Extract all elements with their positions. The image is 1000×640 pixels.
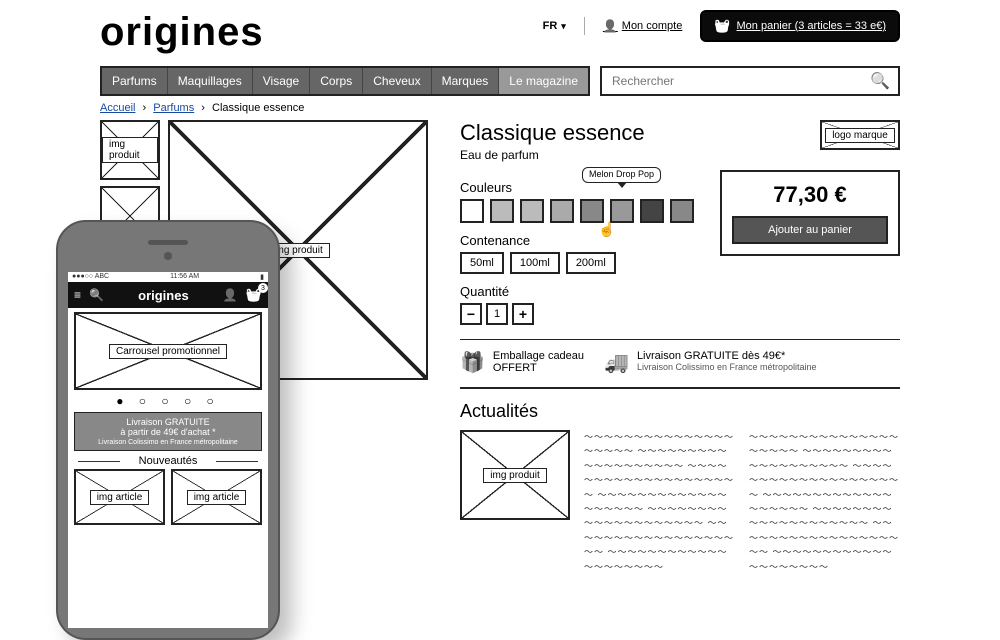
- carousel-label: Carrousel promotionnel: [109, 344, 227, 359]
- cursor-icon: ☝: [598, 221, 615, 238]
- phone-shipping-banner: Livraison GRATUITE à partir de 49€ d'ach…: [74, 412, 262, 451]
- phone-time: 11:56 AM: [170, 273, 199, 281]
- phone-carousel[interactable]: Carrousel promotionnel: [74, 312, 262, 390]
- qty-label: Quantité: [460, 284, 700, 299]
- size-option[interactable]: 50ml: [460, 252, 504, 274]
- qty-value: 1: [486, 303, 508, 325]
- color-swatch[interactable]: [580, 199, 604, 223]
- account-label: Mon compte: [622, 20, 683, 32]
- cart-button[interactable]: Mon panier (3 articles = 33 e€): [700, 10, 900, 42]
- product-title: Classique essence: [460, 120, 645, 146]
- product-subtitle: Eau de parfum: [460, 148, 645, 162]
- color-swatches: Melon Drop Pop ☝: [460, 199, 700, 223]
- nav-item-cheveux[interactable]: Cheveux: [363, 68, 431, 94]
- gift-icon: [460, 350, 485, 375]
- product-price: 77,30 €: [732, 182, 888, 208]
- cart-label: Mon panier (3 articles = 33 e€): [737, 20, 887, 32]
- ship-line3: Livraison Colissimo en France métropolit…: [79, 439, 257, 446]
- swatch-tooltip: Melon Drop Pop: [582, 167, 661, 183]
- color-swatch[interactable]: [490, 199, 514, 223]
- add-to-cart-button[interactable]: Ajouter au panier: [732, 216, 888, 244]
- brand-logo-label: logo marque: [825, 128, 895, 143]
- qty-decrease-button[interactable]: −: [460, 303, 482, 325]
- size-label: Contenance: [460, 233, 700, 248]
- size-option[interactable]: 200ml: [566, 252, 616, 274]
- benefit-gift: Emballage cadeau OFFERT: [460, 350, 584, 375]
- benefit-gift-sub: OFFERT: [493, 362, 584, 374]
- crumb-home[interactable]: Accueil: [100, 102, 135, 114]
- size-options: 50ml 100ml 200ml: [460, 252, 700, 274]
- size-option[interactable]: 100ml: [510, 252, 560, 274]
- thumb-label: img produit: [102, 137, 158, 163]
- user-icon[interactable]: [223, 288, 238, 302]
- product-thumb[interactable]: img produit: [100, 120, 160, 180]
- carousel-dots[interactable]: ● ○ ○ ○ ○: [68, 394, 268, 408]
- purchase-box: 77,30 € Ajouter au panier: [720, 170, 900, 256]
- divider: [584, 17, 585, 35]
- benefit-ship-title: Livraison GRATUITE dès 49€*: [637, 350, 817, 362]
- phone-status-bar: ●●●○○ ABC 11:56 AM ▮: [68, 272, 268, 282]
- ship-line2: à partir de 49€ d'achat *: [79, 427, 257, 437]
- phone-header: ≡ origines: [68, 282, 268, 308]
- crumb-category[interactable]: Parfums: [153, 102, 194, 114]
- nav-item-parfums[interactable]: Parfums: [102, 68, 168, 94]
- article-label: img article: [187, 490, 247, 505]
- phone-article-thumb[interactable]: img article: [74, 469, 165, 525]
- color-swatch[interactable]: [460, 199, 484, 223]
- ship-line1: Livraison GRATUITE: [79, 417, 257, 427]
- search-icon[interactable]: [89, 288, 104, 302]
- benefit-ship-sub: Livraison Colissimo en France métropolit…: [637, 362, 817, 372]
- nav-item-maquillages[interactable]: Maquillages: [168, 68, 253, 94]
- color-swatch[interactable]: [640, 199, 664, 223]
- chevron-right-icon: [139, 102, 151, 114]
- color-swatch[interactable]: [610, 199, 634, 223]
- nav-item-le magazine[interactable]: Le magazine: [499, 68, 588, 94]
- phone-article-thumb[interactable]: img article: [171, 469, 262, 525]
- news-text-placeholder: ～～～～～～～～～～～～～～～～～～～～ ～～～～～～～～～～～～～～～～～～～…: [584, 430, 735, 574]
- phone-carrier: ●●●○○ ABC: [72, 273, 109, 281]
- color-label: Couleurs: [460, 180, 700, 195]
- chevron-right-icon: [197, 102, 209, 114]
- cart-icon[interactable]: [246, 287, 262, 303]
- truck-icon: [604, 350, 629, 375]
- search-input[interactable]: [612, 74, 870, 88]
- benefit-gift-title: Emballage cadeau: [493, 350, 584, 362]
- brand-logo[interactable]: logo marque: [820, 120, 900, 150]
- nav-item-corps[interactable]: Corps: [310, 68, 363, 94]
- divider: [460, 387, 900, 389]
- news-image: img produit: [460, 430, 570, 520]
- basket-icon: [714, 18, 730, 34]
- search-icon[interactable]: [870, 71, 890, 91]
- news-image-label: img produit: [483, 468, 546, 483]
- phone-section-title: Nouveautés: [68, 455, 268, 467]
- account-link[interactable]: Mon compte: [603, 19, 682, 33]
- color-swatch[interactable]: [670, 199, 694, 223]
- color-swatch[interactable]: [520, 199, 544, 223]
- color-swatch[interactable]: [550, 199, 574, 223]
- mobile-preview: ●●●○○ ABC 11:56 AM ▮ ≡ origines Carrouse…: [56, 220, 280, 640]
- nav-item-visage[interactable]: Visage: [253, 68, 310, 94]
- primary-nav: ParfumsMaquillagesVisageCorpsCheveuxMarq…: [100, 66, 590, 96]
- search-box[interactable]: [600, 66, 900, 96]
- crumb-current: Classique essence: [212, 102, 304, 114]
- nav-item-marques[interactable]: Marques: [432, 68, 500, 94]
- qty-increase-button[interactable]: +: [512, 303, 534, 325]
- language-selector[interactable]: FR: [543, 20, 566, 32]
- benefit-shipping: Livraison GRATUITE dès 49€* Livraison Co…: [604, 350, 816, 375]
- breadcrumb: Accueil Parfums Classique essence: [0, 96, 1000, 120]
- news-text-placeholder: ～～～～～～～～～～～～～～～～～～～～ ～～～～～～～～～～～～～～～～～～～…: [749, 430, 900, 574]
- menu-icon[interactable]: ≡: [74, 288, 81, 302]
- user-icon: [603, 19, 618, 33]
- news-heading: Actualités: [460, 401, 900, 422]
- article-label: img article: [90, 490, 150, 505]
- phone-logo[interactable]: origines: [138, 288, 189, 303]
- site-logo[interactable]: origines: [100, 10, 264, 55]
- phone-battery-icon: ▮: [260, 273, 264, 281]
